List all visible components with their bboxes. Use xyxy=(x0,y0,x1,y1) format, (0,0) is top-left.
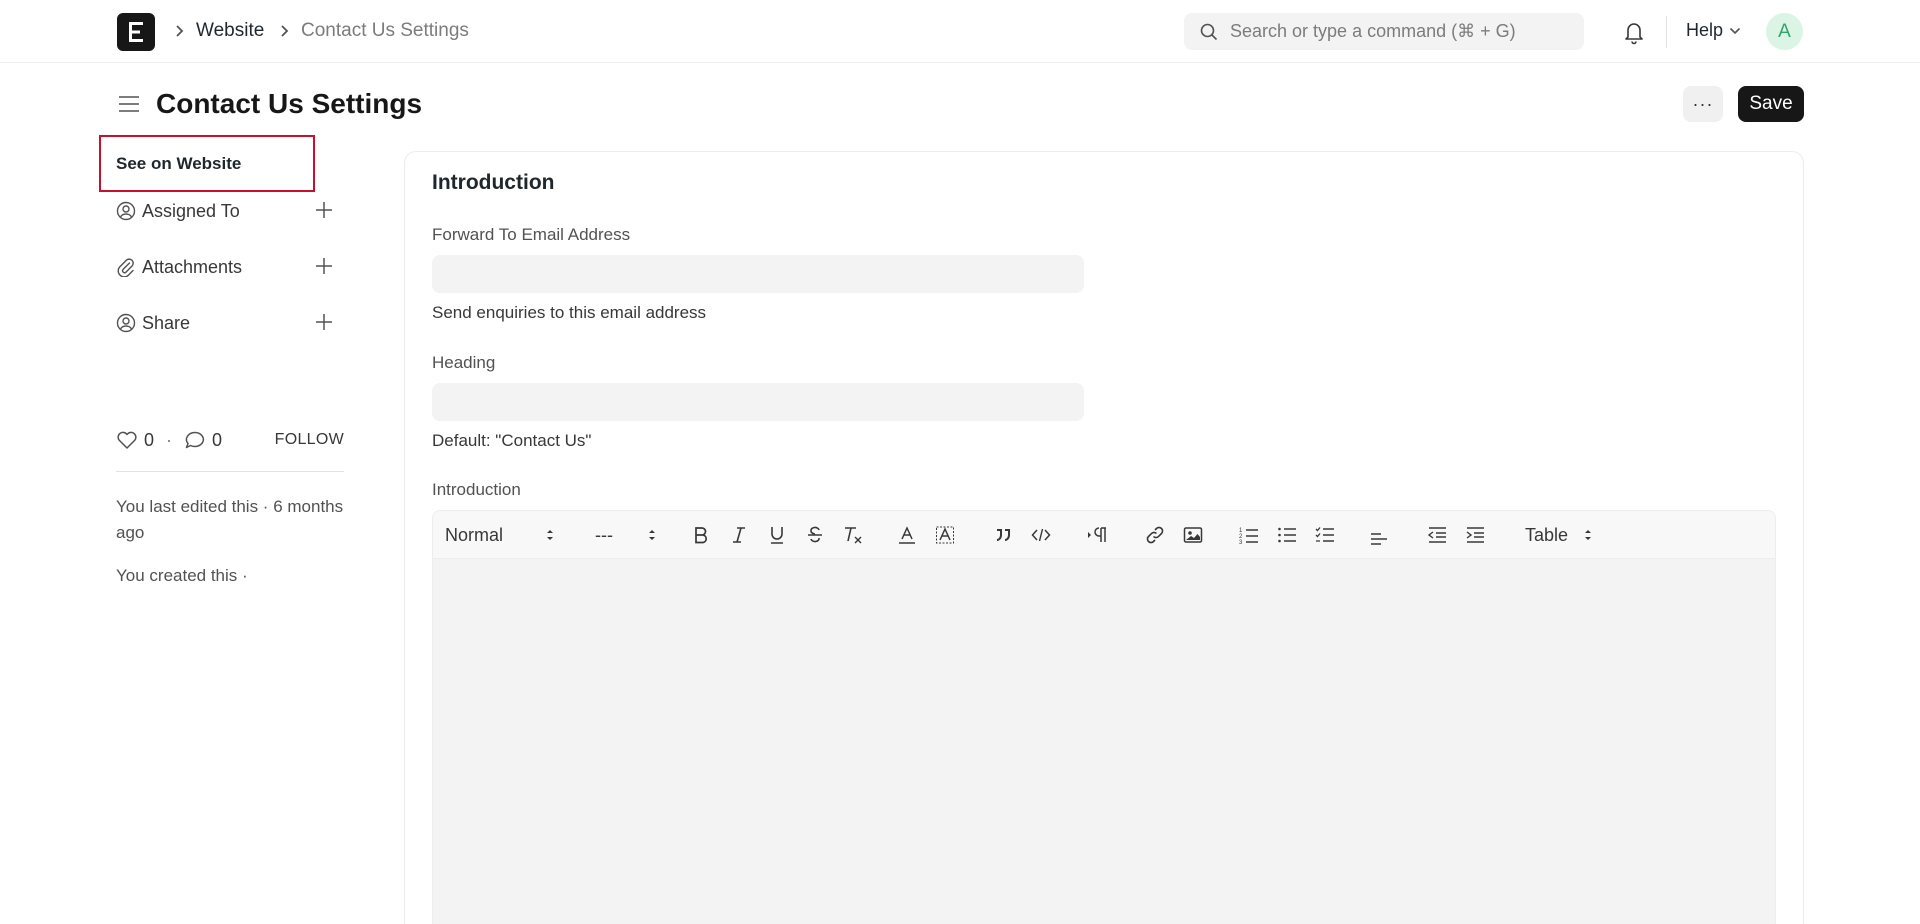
search-input[interactable] xyxy=(1230,21,1570,42)
add-assignee-plus-icon[interactable] xyxy=(314,200,334,220)
forward-email-label: Forward To Email Address xyxy=(432,225,631,244)
see-on-website-label: See on Website xyxy=(116,154,242,173)
checklist-icon[interactable] xyxy=(1313,523,1337,547)
indent-icon[interactable] xyxy=(1463,523,1487,547)
forward-email-input[interactable] xyxy=(432,255,1084,293)
chevron-right-icon xyxy=(172,20,186,42)
strikethrough-icon[interactable] xyxy=(803,523,827,547)
paragraph-style-value: Normal xyxy=(445,524,504,545)
sidebar-item-attachments[interactable]: Attachments xyxy=(116,254,338,280)
chevron-right-icon xyxy=(277,20,291,42)
comment-count: 0 xyxy=(212,429,223,450)
comment-icon[interactable] xyxy=(184,430,206,450)
search-bar[interactable] xyxy=(1184,13,1584,50)
separator-dot: · xyxy=(166,429,173,450)
page-title: Contact Us Settings xyxy=(156,88,423,119)
more-actions-button[interactable]: ··· xyxy=(1683,86,1723,122)
introduction-editor-label: Introduction xyxy=(432,480,521,499)
sidebar-item-label: Share xyxy=(142,312,191,333)
chevron-down-icon xyxy=(1729,27,1741,34)
last-edited-info: You last edited this · 6 months ago xyxy=(116,497,344,542)
table-label: Table xyxy=(1525,524,1569,545)
font-size-value: --- xyxy=(595,524,613,545)
select-arrows-icon xyxy=(547,530,553,540)
editor-toolbar: Normal --- 1 2 3 Table xyxy=(433,511,1775,559)
avatar[interactable]: A xyxy=(1766,13,1803,50)
editor-content-area[interactable] xyxy=(433,559,1775,924)
add-attachment-plus-icon[interactable] xyxy=(314,256,334,276)
heading-description: Default: "Contact Us" xyxy=(432,431,592,450)
table-select[interactable]: Table xyxy=(1525,523,1605,547)
sidebar-item-share[interactable]: Share xyxy=(116,310,338,336)
svg-text:3: 3 xyxy=(1239,540,1243,545)
sidebar-divider xyxy=(116,471,344,472)
paperclip-icon xyxy=(117,258,134,277)
text-color-icon[interactable] xyxy=(895,523,919,547)
add-share-plus-icon[interactable] xyxy=(314,312,334,332)
paragraph-style-select[interactable]: Normal xyxy=(445,523,555,547)
engagement-stats: 0 · 0 FOLLOW xyxy=(116,428,344,452)
align-icon[interactable] xyxy=(1367,523,1391,547)
like-count: 0 xyxy=(144,429,155,450)
font-size-select[interactable]: --- xyxy=(595,523,665,547)
rich-text-editor[interactable]: Normal --- 1 2 3 Table xyxy=(432,510,1776,924)
underline-icon[interactable] xyxy=(765,523,789,547)
blockquote-icon[interactable] xyxy=(991,523,1015,547)
section-title: Introduction xyxy=(432,171,555,194)
search-icon xyxy=(1200,23,1218,40)
heading-input[interactable] xyxy=(432,383,1084,421)
follow-button[interactable]: FOLLOW xyxy=(275,431,344,449)
breadcrumb-current[interactable]: Contact Us Settings xyxy=(301,20,469,42)
sidebar-item-assigned-to[interactable]: Assigned To xyxy=(116,198,338,224)
outdent-icon[interactable] xyxy=(1425,523,1449,547)
created-info: You created this · xyxy=(116,566,248,585)
forward-email-description: Send enquiries to this email address xyxy=(432,303,707,322)
sidebar-item-label: Attachments xyxy=(142,256,243,277)
assign-user-icon xyxy=(116,201,136,221)
share-user-icon xyxy=(116,313,136,333)
clear-format-icon[interactable] xyxy=(841,523,865,547)
text-direction-icon[interactable] xyxy=(1085,523,1111,547)
app-logo-icon xyxy=(129,22,143,42)
heart-icon[interactable] xyxy=(116,430,138,450)
see-on-website-link[interactable]: See on Website xyxy=(99,135,315,192)
breadcrumb-website[interactable]: Website xyxy=(196,20,264,42)
bullet-list-icon[interactable] xyxy=(1275,523,1299,547)
bold-icon[interactable] xyxy=(689,523,713,547)
heading-label: Heading xyxy=(432,353,496,372)
navbar: Website Contact Us Settings Help A xyxy=(0,0,1920,63)
image-icon[interactable] xyxy=(1181,523,1205,547)
select-arrows-icon xyxy=(1585,530,1591,540)
sidebar-toggle-icon[interactable] xyxy=(117,92,141,116)
help-label: Help xyxy=(1686,20,1724,40)
ordered-list-icon[interactable]: 123 xyxy=(1237,523,1261,547)
bell-icon[interactable] xyxy=(1622,19,1646,45)
help-dropdown[interactable]: Help xyxy=(1686,20,1741,41)
code-block-icon[interactable] xyxy=(1029,523,1053,547)
app-logo[interactable] xyxy=(117,13,155,51)
select-arrows-icon xyxy=(649,530,655,540)
background-color-icon[interactable] xyxy=(933,523,957,547)
italic-icon[interactable] xyxy=(727,523,751,547)
sidebar-item-label: Assigned To xyxy=(142,200,240,221)
navbar-divider xyxy=(1666,16,1667,48)
link-icon[interactable] xyxy=(1143,523,1167,547)
save-button[interactable]: Save xyxy=(1738,86,1804,122)
